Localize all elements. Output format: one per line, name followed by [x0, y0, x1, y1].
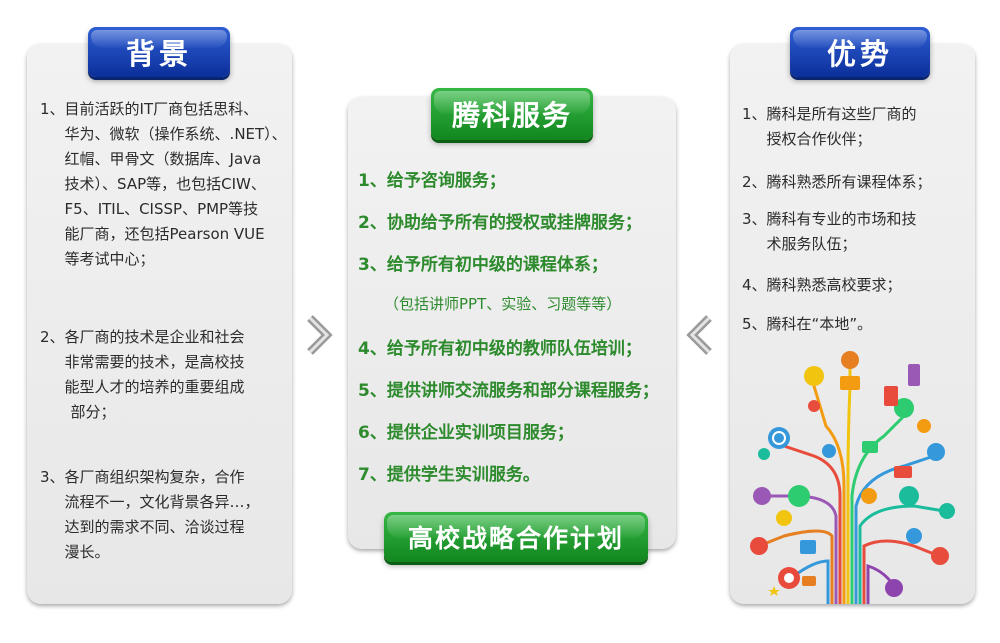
strategy-plan-tab: 高校战略合作计划: [384, 512, 648, 562]
item-line: 流程不一，文化背景各异…，: [64, 493, 260, 511]
background-item-3: 3、 各厂商组织架构复杂，合作 流程不一，文化背景各异…， 达到的需求不同、洽谈…: [40, 465, 260, 565]
service-item-5: 5、提供讲师交流服务和部分课程服务；: [358, 381, 659, 401]
background-title-tab: 背景: [88, 27, 230, 77]
item-line: F5、ITIL、CISSP、PMP等技: [64, 200, 259, 218]
advantage-item-2: 2、 腾科熟悉所有课程体系；: [742, 170, 932, 195]
item-line: 达到的需求不同、洽谈过程: [64, 518, 245, 536]
service-item-6: 6、提供企业实训项目服务；: [358, 423, 574, 443]
item-line: 漫长。: [64, 543, 110, 561]
item-number: 3、: [40, 468, 65, 486]
item-number: 1、: [742, 105, 767, 123]
item-line: 目前活跃的IT厂商包括思科、: [64, 100, 259, 118]
tech-tree-illustration: [750, 351, 955, 604]
item-line: 腾科熟悉高校要求；: [766, 276, 902, 294]
chevron-right-icon: [307, 315, 333, 355]
item-line: 等考试中心；: [64, 250, 155, 268]
item-line: 能型人才的培养的重要组成: [64, 378, 245, 396]
item-number: 5、: [742, 315, 767, 333]
service-item-2: 2、协助给予所有的授权或挂牌服务；: [358, 213, 642, 233]
advantage-item-4: 4、 腾科熟悉高校要求；: [742, 273, 902, 298]
item-line: 技术）、SAP等，也包括CIW、: [64, 175, 266, 193]
item-line: 能厂商，还包括Pearson VUE: [64, 225, 265, 243]
advantage-item-1: 1、 腾科是所有这些厂商的 授权合作伙伴；: [742, 102, 917, 152]
background-item-2: 2、 各厂商的技术是企业和社会 非常需要的技术，是高校技 能型人才的培养的重要组…: [40, 325, 245, 425]
advantage-item-3: 3、 腾科有专业的市场和技 术服务队伍；: [742, 207, 917, 257]
item-line: 授权合作伙伴；: [766, 130, 872, 148]
advantage-item-5: 5、 腾科在“本地”。: [742, 312, 872, 337]
item-number: 2、: [742, 173, 767, 191]
background-list: 1、 目前活跃的IT厂商包括思科、 华为、微软（操作系统、.NET）、 红帽、甲…: [40, 97, 290, 561]
item-line: 华为、微软（操作系统、.NET）、: [64, 125, 287, 143]
strategy-plan-label: 高校战略合作计划: [407, 524, 624, 553]
advantage-title: 优势: [826, 37, 893, 71]
item-line: 腾科熟悉所有课程体系；: [766, 173, 932, 191]
item-line: 腾科在“本地”。: [766, 315, 873, 333]
item-line: 各厂商组织架构复杂，合作: [64, 468, 245, 486]
item-line: 腾科是所有这些厂商的: [766, 105, 917, 123]
service-title-tab: 腾科服务: [431, 88, 593, 140]
service-item-7: 7、提供学生实训服务。: [358, 465, 540, 485]
service-item-4: 4、给予所有初中级的教师队伍培训；: [358, 339, 642, 359]
item-number: 2、: [40, 328, 65, 346]
item-line: 红帽、甲骨文（数据库、Java: [64, 150, 262, 168]
item-line: 各厂商的技术是企业和社会: [64, 328, 245, 346]
background-item-1: 1、 目前活跃的IT厂商包括思科、 华为、微软（操作系统、.NET）、 红帽、甲…: [40, 97, 290, 272]
service-title: 腾科服务: [451, 99, 572, 132]
item-number: 3、: [742, 210, 767, 228]
background-title: 背景: [125, 37, 192, 71]
chevron-left-icon: [686, 315, 712, 355]
advantage-title-tab: 优势: [790, 27, 930, 77]
item-line: 腾科有专业的市场和技: [766, 210, 917, 228]
service-item-3: 3、给予所有初中级的课程体系；: [358, 255, 608, 275]
item-number: 1、: [40, 100, 65, 118]
service-item-3-note: （包括讲师PPT、实验、习题等等）: [384, 295, 622, 313]
item-line: 术服务队伍；: [766, 235, 857, 253]
item-line: 非常需要的技术，是高校技: [64, 353, 245, 371]
item-line: 部分；: [70, 403, 116, 421]
item-number: 4、: [742, 276, 767, 294]
service-item-1: 1、给予咨询服务；: [358, 171, 506, 191]
